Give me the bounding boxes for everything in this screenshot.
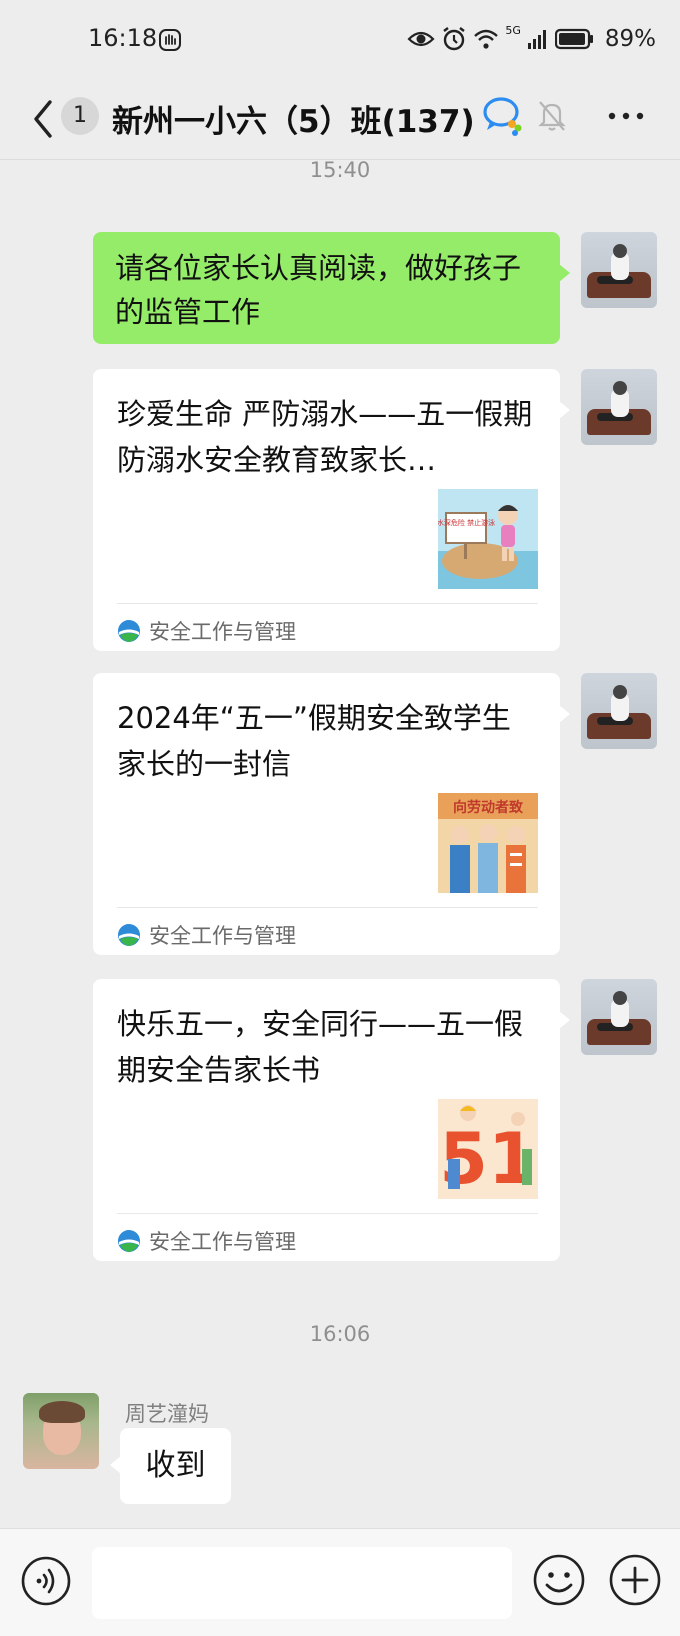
avatar[interactable] [581, 979, 657, 1055]
article-thumbnail: 水深危险 禁止游泳 [438, 489, 538, 589]
article-source: 安全工作与管理 [117, 1227, 296, 1255]
article-thumbnail: 向劳动者致 [438, 793, 538, 893]
message-input[interactable] [92, 1547, 512, 1619]
timestamp: 16:06 [309, 1322, 371, 1346]
wifi-icon [474, 29, 499, 49]
incoming-text-message[interactable]: 收到 [110, 1428, 231, 1504]
avatar[interactable] [581, 232, 657, 308]
article-title: 珍爱生命 严防溺水——五一假期防溺水安全教育致家长… [117, 397, 533, 477]
avatar[interactable] [581, 369, 657, 445]
battery-icon [554, 28, 593, 50]
back-icon[interactable] [28, 96, 58, 142]
status-time: 16:18 [88, 24, 158, 52]
status-icons: 5G 89% [407, 23, 656, 52]
card-divider [117, 1213, 538, 1214]
timestamp: 15:40 [309, 158, 371, 182]
article-title: 快乐五一，安全同行——五一假期安全告家长书 [117, 1007, 524, 1087]
card-divider [117, 603, 538, 604]
chat-title: 新州一小六（5）班(137) [112, 104, 475, 140]
input-bar [0, 1528, 680, 1636]
source-name: 安全工作与管理 [149, 620, 296, 644]
source-logo-icon [118, 1230, 140, 1252]
mute-bell-icon [538, 101, 566, 131]
group-chat-icon[interactable] [482, 94, 524, 136]
article-source: 安全工作与管理 [117, 617, 296, 645]
sender-name: 周艺潼妈 [125, 1402, 209, 1426]
thumbnail-sign-text: 水深危险 禁止游泳 [438, 518, 495, 527]
source-logo-icon [118, 924, 140, 946]
article-card[interactable]: 2024年“五一”假期安全致学生家长的一封信 向劳动者致 安全工作与管理 [93, 673, 570, 955]
article-source: 安全工作与管理 [117, 921, 296, 949]
avatar[interactable] [581, 673, 657, 749]
voice-input-icon[interactable] [20, 1555, 72, 1607]
alarm-icon [443, 27, 466, 51]
sender-avatar[interactable] [23, 1393, 99, 1469]
battery-percent: 89% [604, 26, 656, 52]
signal-icon [527, 30, 546, 49]
status-bar: 16:18 5G 89% [0, 0, 680, 80]
article-thumbnail: 51 [438, 1099, 538, 1199]
network-type: 5G [505, 23, 521, 37]
source-logo-icon [118, 620, 140, 642]
plus-icon[interactable] [608, 1553, 662, 1607]
thumbnail-sign-text: 向劳动者致 [453, 799, 524, 816]
article-title: 2024年“五一”假期安全致学生家长的一封信 [117, 701, 511, 781]
unread-badge[interactable]: 1 [61, 97, 99, 135]
source-name: 安全工作与管理 [149, 924, 296, 948]
eye-icon [407, 31, 435, 47]
article-card[interactable]: 快乐五一，安全同行——五一假期安全告家长书 51 安全工作与管理 [93, 979, 570, 1261]
more-icon[interactable] [606, 108, 646, 124]
chat-header: 1 新州一小六（5）班(137) [0, 80, 680, 160]
hand-icon [159, 29, 181, 51]
emoji-icon[interactable] [532, 1553, 586, 1607]
article-card[interactable]: 珍爱生命 严防溺水——五一假期防溺水安全教育致家长… 水深危险 禁止游泳 安全工… [93, 369, 570, 651]
source-name: 安全工作与管理 [149, 1230, 296, 1254]
outgoing-text-message[interactable]: 请各位家长认真阅读，做好孩子的监管工作 [93, 232, 570, 344]
card-divider [117, 907, 538, 908]
